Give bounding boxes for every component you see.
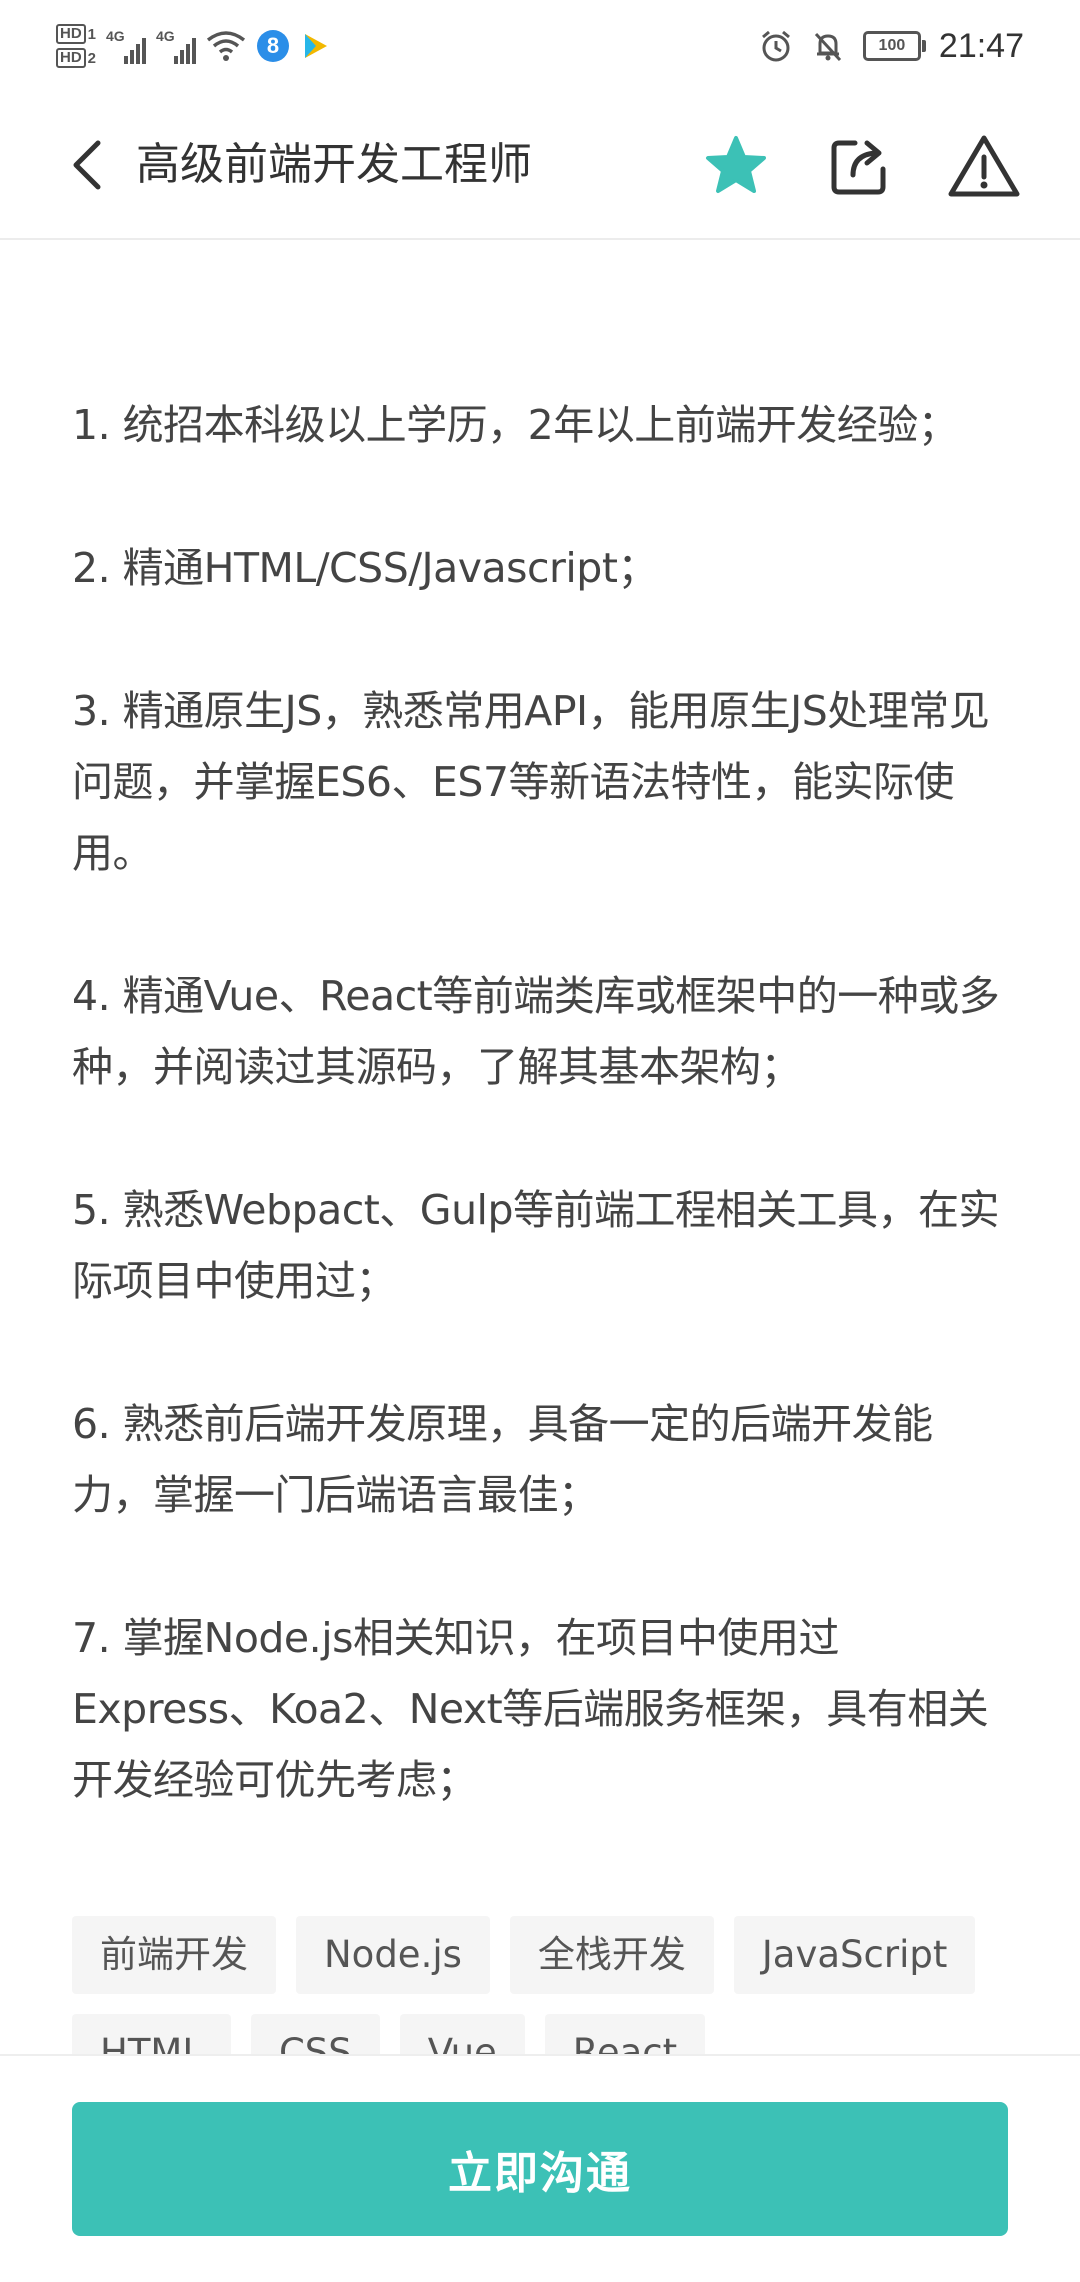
- skill-tag: 前端开发: [72, 1916, 276, 1994]
- skill-tag: JavaScript: [733, 1916, 976, 1994]
- alarm-icon: [759, 29, 793, 63]
- bottom-bar: 立即沟通: [0, 2054, 1080, 2282]
- status-right: 100 21:47: [759, 14, 1024, 78]
- play-icon: [300, 31, 330, 61]
- chat-now-button[interactable]: 立即沟通: [72, 2102, 1008, 2236]
- requirement-item: 5. 熟悉Webpact、Gulp等前端工程相关工具，在实际项目中使用过；: [72, 1186, 999, 1305]
- status-bar: HD 1 HD 2 4G 4G 8 100 21:47: [0, 0, 1080, 92]
- app-8-icon: 8: [256, 29, 290, 63]
- skill-tag: Node.js: [296, 1916, 490, 1994]
- warning-icon: [948, 135, 1020, 197]
- back-arrow-icon: [73, 140, 101, 190]
- hd-indicator-1: HD 1: [56, 24, 96, 44]
- report-button[interactable]: [946, 128, 1022, 204]
- signal-2-icon: 4G: [156, 28, 197, 64]
- hd-sub-1: 1: [87, 25, 97, 43]
- back-button[interactable]: [56, 132, 116, 198]
- hd-indicator-2: HD 2: [56, 48, 96, 68]
- battery-indicator: 100: [862, 31, 926, 61]
- signal-1-icon: 4G: [106, 28, 147, 64]
- job-requirements: 1. 统招本科级以上学历，2年以上前端开发经验； 2. 精通HTML/CSS/J…: [72, 390, 1012, 1888]
- hd-indicators: HD 1 HD 2: [56, 24, 96, 68]
- favorite-button[interactable]: [700, 130, 772, 202]
- app-bar: 高级前端开发工程师: [0, 92, 1080, 240]
- bell-off-icon: [811, 29, 845, 63]
- share-icon: [831, 140, 886, 195]
- net-type-1: 4G: [106, 28, 125, 44]
- requirement-item: 1. 统招本科级以上学历，2年以上前端开发经验；: [72, 401, 959, 449]
- page-title: 高级前端开发工程师: [136, 139, 532, 190]
- requirement-item: 7. 掌握Node.js相关知识，在项目中使用过Express、Koa2、Nex…: [72, 1614, 989, 1804]
- wifi-icon: [206, 30, 246, 62]
- hd-label-1: HD: [56, 24, 86, 44]
- requirement-item: 6. 熟悉前后端开发原理，具备一定的后端开发能力，掌握一门后端语言最佳；: [72, 1400, 933, 1519]
- skill-tag: 全栈开发: [509, 1916, 714, 1994]
- hd-label-2: HD: [56, 48, 86, 68]
- requirement-item: 2. 精通HTML/CSS/Javascript；: [72, 544, 658, 592]
- star-icon: [706, 136, 766, 193]
- net-type-2: 4G: [156, 28, 175, 44]
- svg-text:8: 8: [267, 33, 279, 58]
- hd-sub-2: 2: [87, 49, 97, 67]
- share-button[interactable]: [824, 130, 896, 202]
- requirement-item: 4. 精通Vue、React等前端类库或框架中的一种或多种，并阅读过其源码，了解…: [72, 972, 1000, 1091]
- status-left: HD 1 HD 2 4G 4G 8: [56, 14, 330, 78]
- status-time: 21:47: [938, 26, 1024, 65]
- requirement-item: 3. 精通原生JS，熟悉常用API，能用原生JS处理常见问题，并掌握ES6、ES…: [72, 687, 990, 877]
